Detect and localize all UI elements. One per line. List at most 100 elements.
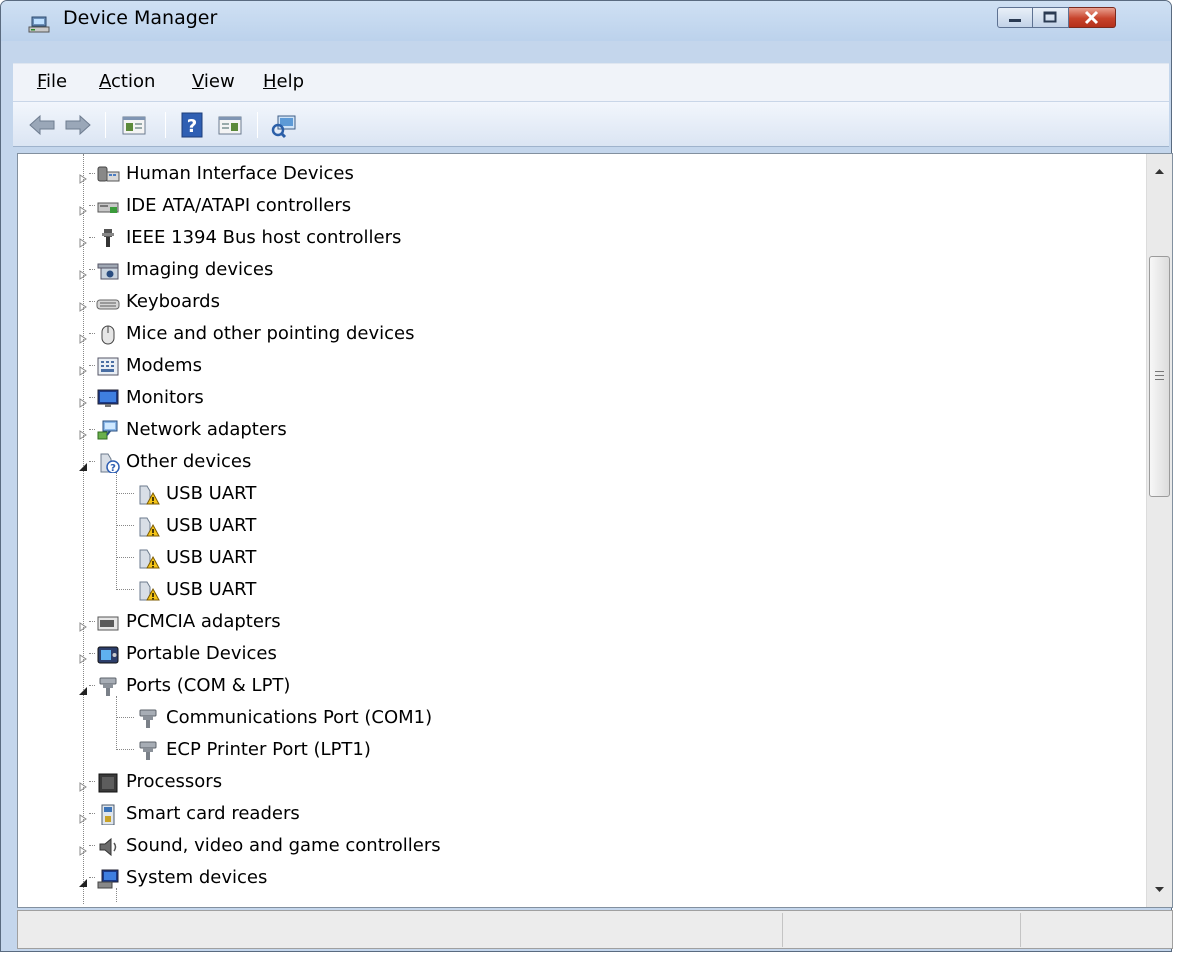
collapsed-triangle-icon[interactable] — [78, 424, 88, 440]
warning-device-icon — [136, 483, 160, 505]
collapsed-triangle-icon[interactable] — [78, 264, 88, 280]
system-device-icon — [96, 867, 120, 889]
device-tree-pane: Human Interface Devices IDE ATA/ATAPI con… — [17, 153, 1173, 908]
device-category[interactable]: PCMCIA adapters — [18, 606, 1146, 636]
device-manager-window: Device Manager File Action View Help ? H… — [0, 0, 1173, 952]
back-button[interactable] — [27, 110, 57, 140]
toolbar: ? — [13, 101, 1169, 147]
device-label: Modems — [126, 355, 202, 376]
vertical-scrollbar[interactable] — [1146, 154, 1172, 907]
device-item[interactable]: ECP Printer Port (LPT1) — [18, 734, 1146, 764]
scroll-up-button[interactable] — [1147, 160, 1172, 182]
forward-button[interactable] — [63, 110, 93, 140]
scrollbar-thumb[interactable] — [1149, 256, 1170, 497]
warning-device-icon — [136, 579, 160, 601]
smart-card-reader-icon — [96, 803, 120, 826]
close-button[interactable] — [1069, 7, 1116, 28]
maximize-icon — [1043, 11, 1057, 23]
collapsed-triangle-icon[interactable] — [78, 616, 88, 632]
keyboard-icon — [96, 291, 120, 313]
tree-connector — [89, 845, 95, 846]
device-category[interactable]: Keyboards — [18, 286, 1146, 316]
tree-connector — [89, 237, 95, 238]
device-label: IEEE 1394 Bus host controllers — [126, 227, 402, 248]
device-label: USB UART — [166, 483, 257, 504]
device-category[interactable]: Monitors — [18, 382, 1146, 412]
device-tree: Human Interface Devices IDE ATA/ATAPI con… — [18, 154, 1146, 907]
device-label: Processors — [126, 771, 223, 792]
device-category[interactable]: Modems — [18, 350, 1146, 380]
device-label: ECP Printer Port (LPT1) — [166, 739, 371, 760]
device-category[interactable]: System devices — [18, 862, 1146, 892]
back-arrow-icon — [29, 114, 55, 136]
maximize-button[interactable] — [1033, 7, 1069, 28]
device-label: Mice and other pointing devices — [126, 323, 415, 344]
device-label: Portable Devices — [126, 643, 277, 664]
menu-action-label: ction — [111, 71, 156, 92]
toolbar-separator — [165, 112, 166, 138]
scroll-grip-icon — [1155, 371, 1164, 380]
device-category[interactable]: IEEE 1394 Bus host controllers — [18, 222, 1146, 252]
toolbar-separator — [105, 112, 106, 138]
minimize-button[interactable] — [997, 7, 1033, 28]
menu-help[interactable]: Help — [263, 71, 304, 92]
menu-action[interactable]: Action — [99, 71, 155, 92]
imaging-device-icon — [96, 259, 120, 281]
device-label: Keyboards — [126, 291, 220, 312]
tree-connector — [89, 461, 95, 462]
collapsed-triangle-icon[interactable] — [78, 776, 88, 792]
help-button[interactable]: ? — [177, 110, 207, 140]
port-icon — [96, 675, 120, 697]
device-item[interactable]: USB UART — [18, 542, 1146, 572]
show-hide-console-tree-button[interactable] — [119, 110, 149, 140]
device-category[interactable]: Network adapters — [18, 414, 1146, 444]
device-item[interactable]: USB UART — [18, 478, 1146, 508]
collapsed-triangle-icon[interactable] — [78, 200, 88, 216]
device-category[interactable]: IDE ATA/ATAPI controllers — [18, 190, 1146, 220]
warning-device-icon — [136, 515, 160, 537]
title-bar[interactable]: Device Manager — [1, 1, 1171, 41]
device-category[interactable]: Sound, video and game controllers — [18, 830, 1146, 860]
scroll-down-button[interactable] — [1147, 879, 1172, 901]
tree-connector — [89, 365, 95, 366]
collapsed-triangle-icon[interactable] — [78, 808, 88, 824]
menu-help-mnemonic: H — [263, 71, 277, 92]
expanded-triangle-icon[interactable] — [78, 872, 88, 887]
device-category[interactable]: Imaging devices — [18, 254, 1146, 284]
show-hide-console-tree-icon — [122, 116, 146, 135]
collapsed-triangle-icon[interactable] — [78, 328, 88, 344]
tree-connector — [116, 493, 134, 494]
device-category[interactable]: Mice and other pointing devices — [18, 318, 1146, 348]
tree-connector — [89, 429, 95, 430]
device-category[interactable]: Ports (COM & LPT) — [18, 670, 1146, 700]
collapsed-triangle-icon[interactable] — [78, 392, 88, 408]
device-category[interactable]: Processors — [18, 766, 1146, 796]
device-label: Network adapters — [126, 419, 287, 440]
menu-file[interactable]: File — [37, 71, 67, 92]
collapsed-triangle-icon[interactable] — [78, 296, 88, 312]
device-item[interactable]: USB UART — [18, 574, 1146, 604]
scan-for-hardware-changes-button[interactable] — [269, 110, 299, 140]
collapsed-triangle-icon[interactable] — [78, 168, 88, 184]
expanded-triangle-icon[interactable] — [78, 680, 88, 695]
menu-view[interactable]: View — [192, 71, 235, 92]
collapsed-triangle-icon[interactable] — [78, 648, 88, 664]
device-item[interactable]: USB UART — [18, 510, 1146, 540]
tree-connector — [89, 301, 95, 302]
forward-arrow-icon — [65, 114, 91, 136]
device-category[interactable]: Portable Devices — [18, 638, 1146, 668]
device-category[interactable]: Human Interface Devices — [18, 158, 1146, 188]
device-item[interactable]: Communications Port (COM1) — [18, 702, 1146, 732]
show-hide-action-pane-button[interactable] — [215, 110, 245, 140]
collapsed-triangle-icon[interactable] — [78, 232, 88, 248]
device-category[interactable]: ? Other devices — [18, 446, 1146, 476]
svg-text:?: ? — [110, 463, 116, 473]
collapsed-triangle-icon[interactable] — [78, 360, 88, 376]
tree-connector — [89, 877, 95, 878]
close-icon — [1084, 10, 1099, 25]
device-label: Smart card readers — [126, 803, 300, 824]
expanded-triangle-icon[interactable] — [78, 456, 88, 471]
device-label: System devices — [126, 867, 268, 888]
device-category[interactable]: Smart card readers — [18, 798, 1146, 828]
collapsed-triangle-icon[interactable] — [78, 840, 88, 856]
